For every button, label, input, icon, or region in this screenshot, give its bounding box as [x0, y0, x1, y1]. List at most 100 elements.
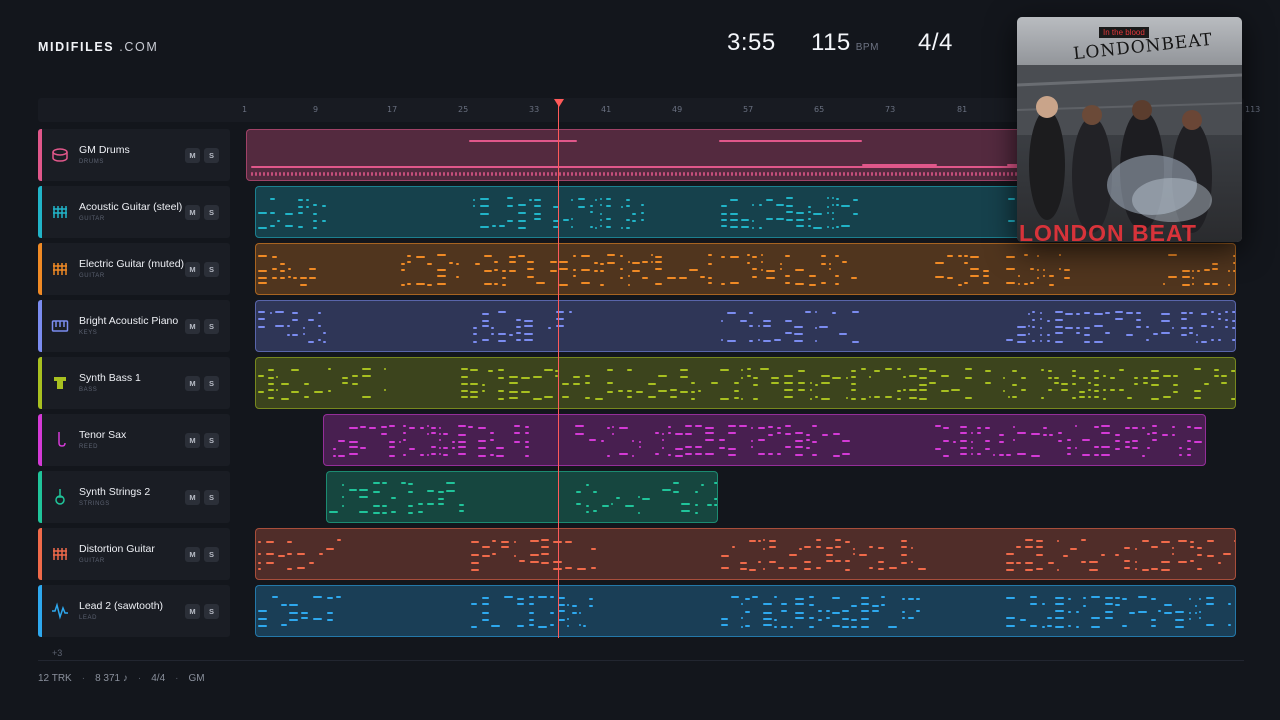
ruler-tick: 49 [672, 105, 683, 114]
solo-button[interactable]: S [204, 490, 219, 505]
track-header[interactable]: GM Drums DRUMS M S [38, 129, 230, 181]
midi-note [1025, 569, 1033, 571]
track-header[interactable]: Lead 2 (sawtooth) LEAD M S [38, 585, 230, 637]
midi-note [578, 198, 585, 200]
brand-logo[interactable]: MIDIFILES .COM [38, 40, 158, 54]
solo-button[interactable]: S [204, 604, 219, 619]
track-header[interactable]: Synth Bass 1 BASS M S [38, 357, 230, 409]
solo-button[interactable]: S [204, 319, 219, 334]
midi-note [815, 396, 818, 398]
midi-note [1012, 384, 1017, 386]
mute-button[interactable]: M [185, 205, 200, 220]
mute-button[interactable]: M [185, 547, 200, 562]
track-clip[interactable] [255, 528, 1236, 580]
track-header[interactable]: Bright Acoustic Piano KEYS M S [38, 300, 230, 352]
midi-note [407, 255, 411, 257]
midi-note [1232, 339, 1235, 341]
more-tracks[interactable]: +3 [52, 648, 62, 658]
midi-note [1164, 604, 1172, 606]
midi-note [1136, 326, 1141, 328]
midi-note [853, 553, 855, 555]
midi-note [909, 389, 917, 391]
midi-note [763, 320, 771, 322]
midi-note [911, 172, 913, 176]
track-header[interactable]: Tenor Sax REED M S [38, 414, 230, 466]
mute-button[interactable]: M [185, 148, 200, 163]
midi-note [600, 225, 602, 227]
midi-note [701, 484, 704, 486]
track-clip[interactable] [255, 357, 1236, 409]
midi-note [1199, 611, 1201, 613]
midi-note [529, 612, 534, 614]
midi-note [1151, 568, 1158, 570]
midi-note [435, 172, 437, 176]
solo-button[interactable]: S [204, 205, 219, 220]
mute-button[interactable]: M [185, 433, 200, 448]
midi-note [487, 172, 489, 176]
midi-note [1018, 283, 1020, 285]
midi-note [647, 172, 649, 176]
midi-note [258, 318, 265, 320]
midi-note [478, 440, 486, 442]
mute-button[interactable]: M [185, 604, 200, 619]
track-header[interactable]: Electric Guitar (muted) GUITAR M S [38, 243, 230, 295]
midi-note [935, 425, 941, 427]
midi-note [271, 172, 273, 176]
track-header[interactable]: Distortion Guitar GUITAR M S [38, 528, 230, 580]
midi-note [705, 432, 714, 434]
midi-note [832, 597, 840, 599]
track-header[interactable]: Acoustic Guitar (steel) GUITAR M S [38, 186, 230, 238]
midi-note [1206, 597, 1214, 599]
midi-note [478, 455, 486, 457]
solo-button[interactable]: S [204, 262, 219, 277]
midi-note [535, 172, 537, 176]
midi-note [795, 617, 804, 619]
mute-button[interactable]: M [185, 262, 200, 277]
midi-note [323, 341, 326, 343]
midi-note [338, 440, 345, 442]
midi-note [558, 597, 565, 599]
midi-note [601, 440, 604, 442]
midi-note [529, 199, 532, 201]
track-clip[interactable] [255, 585, 1236, 637]
midi-note [897, 368, 901, 370]
playhead[interactable] [558, 104, 559, 638]
track-clip[interactable] [323, 414, 1206, 466]
solo-button[interactable]: S [204, 547, 219, 562]
ruler-tick: 81 [957, 105, 968, 114]
midi-note [1032, 326, 1035, 328]
midi-note [461, 383, 468, 385]
solo-button[interactable]: S [204, 376, 219, 391]
midi-note [304, 383, 309, 385]
solo-button[interactable]: S [204, 433, 219, 448]
track-header[interactable]: Synth Strings 2 STRINGS M S [38, 471, 230, 523]
playhead-handle[interactable] [554, 99, 564, 107]
midi-note [662, 433, 664, 435]
track-clip[interactable] [255, 243, 1236, 295]
midi-note [651, 172, 653, 176]
midi-note [1195, 605, 1197, 607]
midi-note [749, 569, 756, 571]
midi-note [1030, 625, 1037, 627]
midi-note [804, 561, 811, 563]
midi-note [971, 447, 973, 449]
midi-note [541, 546, 549, 548]
mute-button[interactable]: M [185, 376, 200, 391]
midi-note [851, 389, 856, 391]
track-clip[interactable] [326, 471, 718, 523]
track-clip[interactable] [255, 300, 1236, 352]
solo-button[interactable]: S [204, 148, 219, 163]
mute-button[interactable]: M [185, 319, 200, 334]
midi-note [785, 425, 791, 427]
midi-note [1055, 603, 1064, 605]
midi-note [632, 270, 640, 272]
midi-note [1048, 389, 1052, 391]
midi-note [575, 172, 577, 176]
midi-note [1006, 597, 1015, 599]
midi-note [721, 219, 727, 221]
mute-button[interactable]: M [185, 490, 200, 505]
midi-note [439, 433, 441, 435]
midi-note [382, 482, 387, 484]
ruler-tick: 73 [885, 105, 896, 114]
midi-note [959, 172, 961, 176]
